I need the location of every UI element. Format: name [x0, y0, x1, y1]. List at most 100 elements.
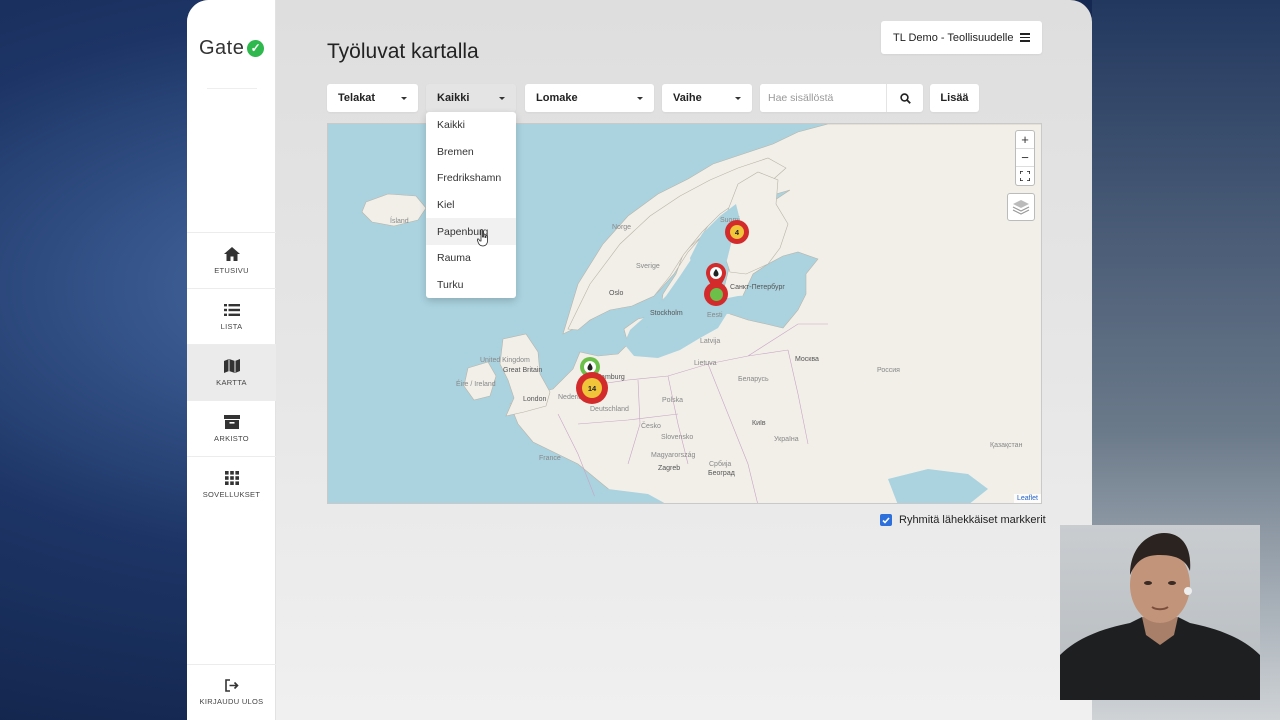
archive-icon	[223, 414, 240, 429]
logout-icon	[224, 679, 239, 692]
map-label-spb: Санкт-Петербург	[730, 284, 785, 291]
map-label-kazakh: Қазақстан	[990, 442, 1023, 449]
group-markers-checkbox[interactable]	[880, 514, 892, 526]
fullscreen-button[interactable]	[1016, 167, 1034, 185]
sidebar-item-lista[interactable]: LISTA	[187, 288, 276, 344]
dropdown-option-rauma[interactable]: Rauma	[426, 245, 516, 272]
map-icon	[223, 358, 240, 373]
phase-filter-label: Vaihe	[673, 92, 702, 104]
map-label-latvija: Latvija	[700, 338, 721, 345]
list-icon	[223, 303, 240, 316]
sidebar-item-label: LISTA	[220, 321, 243, 331]
caret-down-icon	[499, 96, 505, 100]
map-label-france: France	[539, 455, 561, 462]
map-label-beograd: Београд	[708, 470, 735, 477]
map-label-london: London	[523, 396, 547, 403]
sidebar-item-kartta[interactable]: KARTTA	[187, 344, 276, 400]
cluster-marker[interactable]: 14	[576, 372, 608, 404]
logout-button[interactable]: KIRJAUDU ULOS	[187, 664, 276, 720]
sidebar-item-label: ETUSIVU	[214, 265, 249, 275]
apps-grid-icon	[224, 470, 239, 485]
group-markers-toggle[interactable]: Ryhmitä lähekkäiset markkerit	[880, 514, 1046, 526]
sidebar-item-arkisto[interactable]: ARKISTO	[187, 400, 276, 456]
map-label-cesko: Česko	[641, 423, 661, 430]
layers-icon	[1012, 200, 1030, 215]
map-label-ireland: Éire / Ireland	[456, 381, 496, 388]
logout-label: KIRJAUDU ULOS	[199, 697, 264, 706]
brand-name: Gate	[199, 36, 245, 59]
sidebar: Gate ✓ ETUSIVU LISTA KARTTA ARKISTO SOVE…	[187, 0, 276, 720]
sidebar-item-etusivu[interactable]: ETUSIVU	[187, 232, 276, 288]
dropdown-option-papenburg[interactable]: Papenburg	[426, 218, 516, 245]
checkmark-icon	[882, 516, 890, 524]
map-label-gb: Great Britain	[503, 367, 543, 374]
cluster-count: 4	[730, 225, 744, 239]
dropdown-option-kaikki[interactable]: Kaikki	[426, 112, 516, 139]
zoom-in-button[interactable]: +	[1016, 131, 1034, 149]
sidebar-item-sovellukset[interactable]: SOVELLUKSET	[187, 456, 276, 512]
map-label-stockholm: Stockholm	[650, 310, 683, 317]
hand-cursor-icon	[477, 229, 488, 247]
home-icon	[223, 246, 240, 261]
add-button[interactable]: Lisää	[930, 84, 979, 112]
zoom-out-button[interactable]: −	[1016, 149, 1034, 167]
page-title: Työluvat kartalla	[327, 40, 479, 63]
map-label-oslo: Oslo	[609, 290, 624, 297]
hamburger-menu-icon	[1020, 31, 1030, 44]
shipyard-filter-dropdown[interactable]: Telakat	[327, 84, 418, 112]
map-label-kyiv: Київ	[752, 420, 766, 427]
organization-name: TL Demo - Teollisuudelle	[893, 31, 1014, 44]
location-filter-dropdown[interactable]: Kaikki	[426, 84, 516, 112]
dropdown-option-bremen[interactable]: Bremen	[426, 139, 516, 166]
search-icon	[899, 92, 911, 104]
map-label-zagreb: Zagreb	[658, 465, 681, 472]
map-label-eesti: Eesti	[707, 312, 723, 319]
search-input[interactable]	[760, 84, 887, 112]
map-label-russia: Россия	[877, 367, 900, 374]
dropdown-option-fredrikshamn[interactable]: Fredrikshamn	[426, 165, 516, 192]
location-dropdown-menu: Kaikki Bremen Fredrikshamn Kiel Papenbur…	[426, 112, 516, 298]
dropdown-option-kiel[interactable]: Kiel	[426, 192, 516, 219]
form-filter-dropdown[interactable]: Lomake	[525, 84, 654, 112]
map-label-norway: Norge	[612, 224, 632, 231]
map-label-ukraina: Україна	[774, 436, 799, 443]
sidebar-nav: ETUSIVU LISTA KARTTA ARKISTO SOVELLUKSET	[187, 232, 276, 512]
map-label-srbija: Србија	[709, 461, 732, 468]
cluster-marker[interactable]: 4	[725, 220, 749, 244]
map-label-slovensko: Slovensko	[661, 434, 694, 441]
organization-menu-button[interactable]: TL Demo - Teollisuudelle	[881, 21, 1042, 54]
webcam-overlay	[1060, 525, 1260, 700]
sidebar-item-label: KARTTA	[216, 377, 247, 387]
fullscreen-icon	[1020, 171, 1030, 181]
map-label-sweden: Sverige	[636, 263, 660, 270]
caret-down-icon	[637, 96, 643, 100]
group-markers-label: Ryhmitä lähekkäiset markkerit	[899, 514, 1046, 526]
cluster-marker[interactable]	[704, 282, 728, 306]
search-button[interactable]	[887, 84, 923, 112]
location-filter-label: Kaikki	[437, 92, 470, 104]
map-label-lietuva: Lietuva	[694, 360, 717, 367]
cluster-count	[709, 287, 723, 301]
map-label-belarus: Беларусь	[738, 376, 769, 383]
phase-filter-dropdown[interactable]: Vaihe	[662, 84, 752, 112]
presenter-video	[1060, 533, 1260, 700]
divider	[207, 88, 257, 89]
map-label-iceland: Ísland	[390, 218, 409, 225]
brand-logo[interactable]: Gate ✓	[199, 36, 269, 60]
layers-button[interactable]	[1007, 193, 1035, 221]
sidebar-item-label: SOVELLUKSET	[202, 489, 261, 499]
sidebar-item-label: ARKISTO	[214, 433, 249, 443]
search-group	[760, 84, 923, 112]
app-window: Gate ✓ ETUSIVU LISTA KARTTA ARKISTO SOVE…	[187, 0, 1092, 720]
form-filter-label: Lomake	[536, 92, 578, 104]
caret-down-icon	[735, 96, 741, 100]
check-icon: ✓	[247, 39, 265, 57]
map-attribution-link[interactable]: Leaflet	[1013, 494, 1041, 503]
dropdown-option-turku[interactable]: Turku	[426, 272, 516, 299]
cluster-count: 14	[582, 378, 602, 398]
caret-down-icon	[401, 96, 407, 100]
map-label-polska: Polska	[662, 397, 684, 404]
shipyard-filter-label: Telakat	[338, 92, 376, 104]
zoom-control: + −	[1015, 130, 1035, 186]
map-label-moscow: Москва	[795, 356, 819, 363]
